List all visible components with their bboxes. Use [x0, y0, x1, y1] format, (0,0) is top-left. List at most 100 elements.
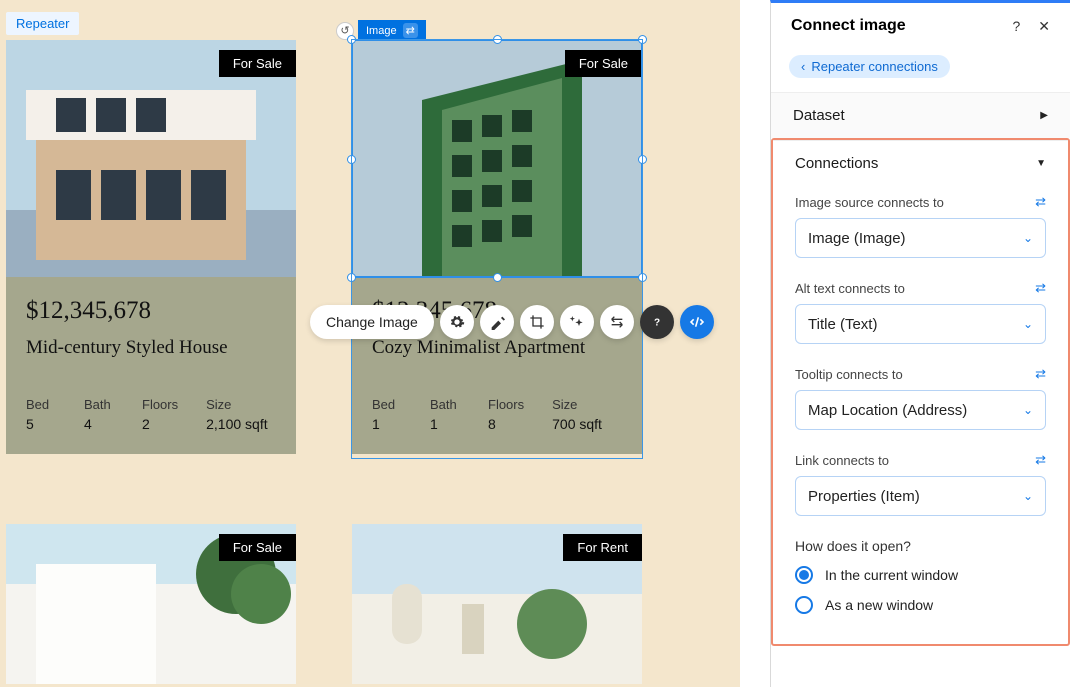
status-badge: For Sale [219, 534, 296, 561]
resize-handle[interactable] [493, 35, 502, 44]
svg-text:?: ? [654, 317, 660, 328]
close-icon[interactable]: ✕ [1038, 18, 1050, 35]
image-selection-tag[interactable]: Image ⇄ [358, 20, 426, 41]
resize-handle[interactable] [493, 273, 502, 282]
property-image-selected[interactable]: For Sale [352, 40, 642, 277]
breadcrumb-repeater-connections[interactable]: ‹ Repeater connections [789, 55, 950, 78]
chevron-down-icon: ▼ [1036, 158, 1046, 169]
radio-label: As a new window [825, 597, 933, 613]
chevron-down-icon: ⌄ [1023, 403, 1033, 417]
crop-icon[interactable] [520, 305, 554, 339]
property-image[interactable]: For Sale [6, 524, 296, 684]
resize-handle[interactable] [638, 273, 647, 282]
select-value: Title (Text) [808, 316, 877, 333]
chevron-down-icon: ⌄ [1023, 317, 1033, 331]
resize-handle[interactable] [347, 273, 356, 282]
panel-header: Connect image ? ✕ [771, 3, 1070, 49]
property-price: $12,345,678 [26, 297, 276, 325]
radio-icon [795, 596, 813, 614]
open-behavior-group: How does it open? In the current window … [795, 538, 1046, 626]
spec-label: Floors [142, 397, 178, 412]
connections-body: Image source connects to ⇄ Image (Image)… [773, 186, 1068, 644]
spec-label: Bed [26, 397, 56, 412]
property-specs: Bed 1 Bath 1 Floors 8 Size 700 sqft [372, 397, 622, 432]
selection-tag-label: Image [366, 25, 397, 37]
repeater-item[interactable]: For Sale [6, 524, 296, 684]
repeater-item[interactable]: For Sale $12,345,678 Mid-century Styled … [6, 40, 296, 454]
spec-value: 5 [26, 416, 56, 432]
connections-section-label: Connections [795, 155, 878, 172]
resize-handle[interactable] [638, 35, 647, 44]
link-field: Link connects to ⇄ Properties (Item) ⌄ [795, 452, 1046, 516]
panel-title: Connect image [791, 17, 906, 35]
connect-image-panel: Connect image ? ✕ ‹ Repeater connections… [770, 0, 1070, 687]
breadcrumb-row: ‹ Repeater connections [771, 49, 1070, 92]
help-icon[interactable]: ? [640, 305, 674, 339]
canvas-scrollbar[interactable] [750, 0, 758, 687]
chevron-left-icon: ‹ [801, 59, 805, 74]
chevron-right-icon: ▶ [1040, 110, 1048, 121]
repeater-selection-tag[interactable]: Repeater [6, 12, 79, 35]
connections-section[interactable]: Connections ▼ [773, 140, 1068, 186]
property-image[interactable]: For Sale [6, 40, 296, 277]
bind-icon[interactable]: ⇄ [1035, 366, 1046, 382]
editor-canvas: Repeater [0, 0, 770, 687]
radio-icon [795, 566, 813, 584]
help-icon[interactable]: ? [1012, 18, 1020, 35]
field-label: Tooltip connects to [795, 367, 903, 382]
resize-handle[interactable] [347, 35, 356, 44]
spec-value: 700 sqft [552, 416, 602, 432]
bind-icon[interactable]: ⇄ [1035, 280, 1046, 296]
repeater-item[interactable]: ↺ Image ⇄ [352, 40, 642, 454]
connect-data-icon[interactable] [680, 305, 714, 339]
magic-icon[interactable] [560, 305, 594, 339]
status-badge: For Rent [563, 534, 642, 561]
spec-value: 1 [372, 416, 402, 432]
stretch-icon[interactable] [600, 305, 634, 339]
spec-label: Size [206, 397, 268, 412]
spec-value: 4 [84, 416, 114, 432]
spec-value: 1 [430, 416, 460, 432]
property-title: Cozy Minimalist Apartment [372, 337, 622, 359]
status-badge: For Sale [565, 50, 642, 77]
spec-label: Size [552, 397, 602, 412]
spec-label: Bath [430, 397, 460, 412]
settings-icon[interactable] [440, 305, 474, 339]
repeater-item[interactable]: For Rent [352, 524, 642, 684]
select-value: Properties (Item) [808, 488, 920, 505]
alt-text-select[interactable]: Title (Text) ⌄ [795, 304, 1046, 344]
image-source-select[interactable]: Image (Image) ⌄ [795, 218, 1046, 258]
field-label: Link connects to [795, 453, 889, 468]
radio-label: In the current window [825, 567, 958, 583]
open-current-window-option[interactable]: In the current window [795, 566, 1046, 584]
link-select[interactable]: Properties (Item) ⌄ [795, 476, 1046, 516]
bind-icon[interactable]: ⇄ [1035, 452, 1046, 468]
design-icon[interactable] [480, 305, 514, 339]
canvas-scroll-area[interactable]: Repeater [0, 0, 740, 687]
resize-handle[interactable] [347, 155, 356, 164]
spec-value: 8 [488, 416, 524, 432]
bind-icon[interactable]: ⇄ [1035, 194, 1046, 210]
image-source-field: Image source connects to ⇄ Image (Image)… [795, 194, 1046, 258]
open-behavior-label: How does it open? [795, 538, 1046, 554]
repeater-grid: For Sale $12,345,678 Mid-century Styled … [6, 40, 740, 684]
resize-handle[interactable] [638, 155, 647, 164]
property-image[interactable]: For Rent [352, 524, 642, 684]
dataset-section-label: Dataset [793, 107, 845, 124]
field-label: Alt text connects to [795, 281, 905, 296]
spec-value: 2 [142, 416, 178, 432]
element-toolbar: Change Image ? [310, 305, 714, 339]
spec-label: Bed [372, 397, 402, 412]
tooltip-field: Tooltip connects to ⇄ Map Location (Addr… [795, 366, 1046, 430]
dataset-section[interactable]: Dataset ▶ [771, 92, 1070, 138]
tooltip-select[interactable]: Map Location (Address) ⌄ [795, 390, 1046, 430]
chevron-down-icon: ⌄ [1023, 231, 1033, 245]
property-card-body: $12,345,678 Mid-century Styled House Bed… [6, 277, 296, 454]
spec-label: Bath [84, 397, 114, 412]
spec-label: Floors [488, 397, 524, 412]
spec-value: 2,100 sqft [206, 416, 268, 432]
chevron-down-icon: ⌄ [1023, 489, 1033, 503]
open-new-window-option[interactable]: As a new window [795, 596, 1046, 614]
change-image-button[interactable]: Change Image [310, 305, 434, 339]
property-specs: Bed 5 Bath 4 Floors 2 Size 2,100 sqft [26, 397, 276, 432]
